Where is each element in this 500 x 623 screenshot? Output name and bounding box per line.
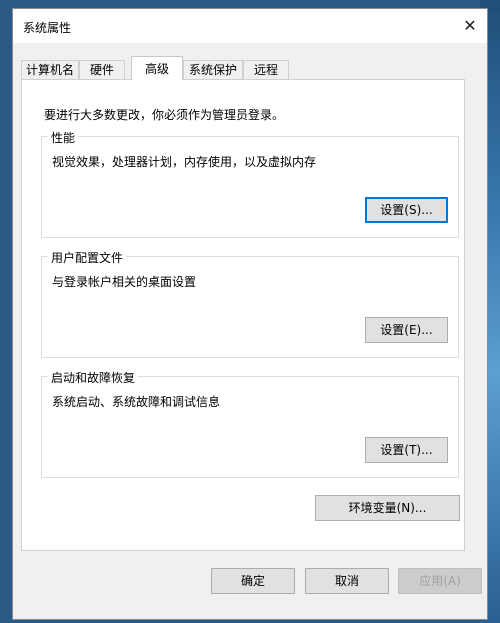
tab-remote[interactable]: 远程 [243,60,289,79]
cancel-button[interactable]: 取消 [305,568,389,594]
advanced-tab-panel: 要进行大多数更改，你必须作为管理员登录。 性能 视觉效果，处理器计划，内存使用，… [21,79,465,551]
startup-recovery-description: 系统启动、系统故障和调试信息 [52,395,221,409]
startup-recovery-group: 启动和故障恢复 系统启动、系统故障和调试信息 设置(T)... [41,369,459,478]
tab-computer-name[interactable]: 计算机名 [21,60,79,79]
user-profiles-group: 用户配置文件 与登录帐户相关的桌面设置 设置(E)... [41,249,459,358]
title-bar: 系统属性 ✕ [13,9,487,43]
startup-recovery-settings-button[interactable]: 设置(T)... [365,437,448,463]
user-profiles-description: 与登录帐户相关的桌面设置 [52,275,197,289]
tab-advanced[interactable]: 高级 [131,56,183,80]
apply-button[interactable]: 应用(A) [398,568,482,594]
system-properties-dialog: 系统属性 ✕ 计算机名 硬件 高级 系统保护 远程 要进行大多数更改，你必须作为… [12,8,488,620]
window-title: 系统属性 [23,21,72,35]
tab-hardware[interactable]: 硬件 [79,60,125,79]
performance-title: 性能 [48,129,79,146]
performance-settings-button[interactable]: 设置(S)... [365,197,448,223]
close-icon[interactable]: ✕ [459,15,481,37]
environment-variables-button[interactable]: 环境变量(N)... [315,495,460,521]
admin-note: 要进行大多数更改，你必须作为管理员登录。 [44,108,285,122]
performance-group: 性能 视觉效果，处理器计划，内存使用，以及虚拟内存 设置(S)... [41,129,459,238]
tab-system-protection[interactable]: 系统保护 [183,60,243,79]
performance-description: 视觉效果，处理器计划，内存使用，以及虚拟内存 [52,155,317,169]
startup-recovery-title: 启动和故障恢复 [48,369,139,386]
ok-button[interactable]: 确定 [211,568,295,594]
user-profiles-title: 用户配置文件 [48,249,127,266]
user-profiles-settings-button[interactable]: 设置(E)... [365,317,448,343]
